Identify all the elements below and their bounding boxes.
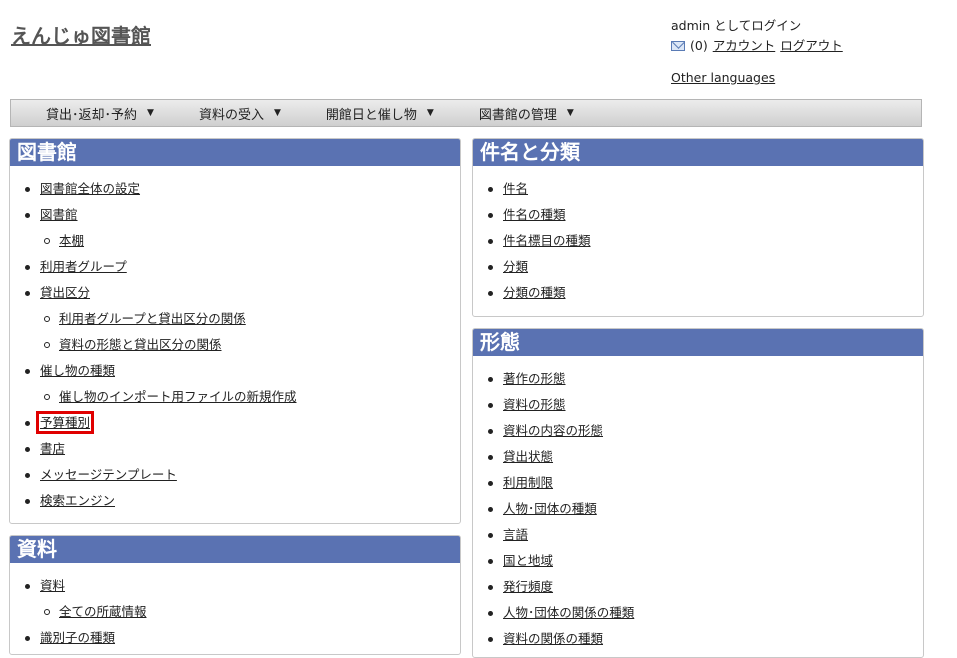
list-item: 書店 — [10, 436, 460, 462]
list-item: 件名標目の種類 — [473, 228, 923, 254]
list-item: 利用者グループ — [10, 254, 460, 280]
menu-link[interactable]: 件名標目の種類 — [503, 233, 591, 248]
menu-link[interactable]: 全ての所蔵情報 — [59, 604, 147, 619]
sub-list-item: 全ての所蔵情報 — [10, 599, 460, 625]
menu-link[interactable]: 利用制限 — [503, 475, 553, 490]
menu-circulation[interactable]: 貸出･返却･予約 ▼ — [46, 104, 154, 123]
list-item: 分類 — [473, 254, 923, 280]
sub-list-item: 催し物のインポート用ファイルの新規作成 — [10, 384, 460, 410]
caret-down-icon: ▼ — [426, 108, 434, 118]
menu-link[interactable]: 識別子の種類 — [40, 630, 115, 645]
menu-link[interactable]: 国と地域 — [503, 553, 553, 568]
menu-link[interactable]: 資料の内容の形態 — [503, 423, 603, 438]
list-item: 図書館 — [10, 202, 460, 228]
panel-resource-list: 資料全ての所蔵情報識別子の種類 — [10, 563, 460, 651]
main-menu-bar: 貸出･返却･予約 ▼ 資料の受入 ▼ 開館日と催し物 ▼ 図書館の管理 ▼ — [10, 99, 922, 127]
list-item: 予算種別 — [10, 410, 460, 436]
menu-acquisition[interactable]: 資料の受入 ▼ — [199, 104, 281, 123]
menu-admin[interactable]: 図書館の管理 ▼ — [479, 104, 574, 123]
list-item: 識別子の種類 — [10, 625, 460, 651]
menu-label: 開館日と催し物 — [325, 107, 417, 123]
panel-title: 図書館 — [10, 139, 460, 166]
menu-link[interactable]: 本棚 — [59, 233, 84, 248]
panel-title: 件名と分類 — [473, 139, 923, 166]
menu-link[interactable]: 利用者グループと貸出区分の関係 — [59, 311, 246, 326]
menu-events[interactable]: 開館日と催し物 ▼ — [326, 104, 434, 123]
menu-link[interactable]: 利用者グループ — [40, 259, 127, 274]
menu-link[interactable]: 発行頻度 — [503, 579, 553, 594]
list-item: 言語 — [473, 522, 923, 548]
list-item: 人物･団体の種類 — [473, 496, 923, 522]
sub-list-item: 資料の形態と貸出区分の関係 — [10, 332, 460, 358]
menu-link[interactable]: 資料の形態と貸出区分の関係 — [59, 337, 222, 352]
menu-link[interactable]: 検索エンジン — [40, 493, 115, 508]
mail-icon[interactable] — [671, 41, 685, 51]
panel-subject-list: 件名件名の種類件名標目の種類 分類分類の種類 — [473, 166, 923, 306]
list-item: 国と地域 — [473, 548, 923, 574]
menu-link[interactable]: 催し物の種類 — [40, 363, 115, 378]
other-languages-link[interactable]: Other languages — [671, 70, 775, 85]
panel-title: 資料 — [10, 536, 460, 563]
menu-link[interactable]: 書店 — [40, 441, 65, 456]
list-item: 分類の種類 — [473, 280, 923, 306]
menu-link[interactable]: 件名の種類 — [503, 207, 566, 222]
menu-link[interactable]: 図書館全体の設定 — [40, 181, 140, 196]
menu-link[interactable]: 言語 — [503, 527, 528, 542]
list-item: 人物･団体の関係の種類 — [473, 600, 923, 626]
panel-library: 図書館 図書館全体の設定 図書館 本棚 利用者グループ 貸出区分 利用者グループと貸出区分… — [9, 138, 461, 524]
panel-subject: 件名と分類 件名件名の種類件名標目の種類 分類分類の種類 — [472, 138, 924, 317]
menu-link[interactable]: 分類の種類 — [503, 285, 566, 300]
menu-link[interactable]: 資料の関係の種類 — [503, 631, 603, 646]
menu-link[interactable]: 貸出区分 — [40, 285, 90, 300]
list-item: 貸出区分 — [10, 280, 460, 306]
sub-list-item: 本棚 — [10, 228, 460, 254]
login-status: admin としてログイン — [671, 18, 802, 33]
menu-link[interactable]: 件名 — [503, 181, 528, 196]
sub-list-item: 利用者グループと貸出区分の関係 — [10, 306, 460, 332]
menu-link[interactable]: 分類 — [503, 259, 528, 274]
menu-link[interactable]: 予算種別 — [35, 411, 95, 434]
panel-resource: 資料 資料全ての所蔵情報識別子の種類 — [9, 535, 461, 655]
list-item: メッセージテンプレート — [10, 462, 460, 488]
menu-link[interactable]: 著作の形態 — [503, 371, 566, 386]
caret-down-icon: ▼ — [273, 108, 281, 118]
menu-link[interactable]: 催し物のインポート用ファイルの新規作成 — [59, 389, 297, 404]
menu-link[interactable]: 人物･団体の種類 — [503, 501, 597, 516]
panel-title: 形態 — [473, 329, 923, 356]
panel-form: 形態 著作の形態資料の形態資料の内容の形態 貸出状態利用制限人物･団体の種類 言語国… — [472, 328, 924, 658]
menu-link[interactable]: メッセージテンプレート — [40, 467, 177, 482]
list-item: 催し物の種類 — [10, 358, 460, 384]
list-item: 利用制限 — [473, 470, 923, 496]
menu-link[interactable]: 図書館 — [40, 207, 78, 222]
list-item: 資料の形態 — [473, 392, 923, 418]
menu-link[interactable]: 貸出状態 — [503, 449, 553, 464]
list-item: 資料の内容の形態 — [473, 418, 923, 444]
account-link[interactable]: アカウント — [713, 36, 776, 56]
list-item: 発行頻度 — [473, 574, 923, 600]
caret-down-icon: ▼ — [566, 108, 574, 118]
list-item: 検索エンジン — [10, 488, 460, 514]
caret-down-icon: ▼ — [147, 108, 154, 118]
list-item: 資料の関係の種類 — [473, 626, 923, 652]
message-count: (0) — [690, 38, 708, 53]
list-item: 貸出状態 — [473, 444, 923, 470]
menu-link[interactable]: 資料 — [40, 578, 65, 593]
user-info: admin としてログイン (0) アカウント ログアウト — [671, 16, 843, 56]
panel-form-list: 著作の形態資料の形態資料の内容の形態 貸出状態利用制限人物･団体の種類 言語国と地域… — [473, 356, 923, 652]
site-title-link[interactable]: えんじゅ図書館 — [11, 20, 151, 49]
menu-label: 資料の受入 — [198, 107, 264, 123]
list-item: 資料 — [10, 573, 460, 599]
panel-library-list: 図書館全体の設定 図書館本棚利用者グループ 貸出区分利用者グループと貸出区分の関係資… — [10, 166, 460, 514]
list-item: 著作の形態 — [473, 366, 923, 392]
menu-link[interactable]: 人物･団体の関係の種類 — [503, 605, 634, 620]
list-item: 図書館全体の設定 — [10, 176, 460, 202]
menu-label: 図書館の管理 — [478, 107, 557, 123]
list-item: 件名 — [473, 176, 923, 202]
list-item: 件名の種類 — [473, 202, 923, 228]
menu-link[interactable]: 資料の形態 — [503, 397, 566, 412]
logout-link[interactable]: ログアウト — [780, 36, 843, 56]
menu-label: 貸出･返却･予約 — [46, 107, 138, 123]
